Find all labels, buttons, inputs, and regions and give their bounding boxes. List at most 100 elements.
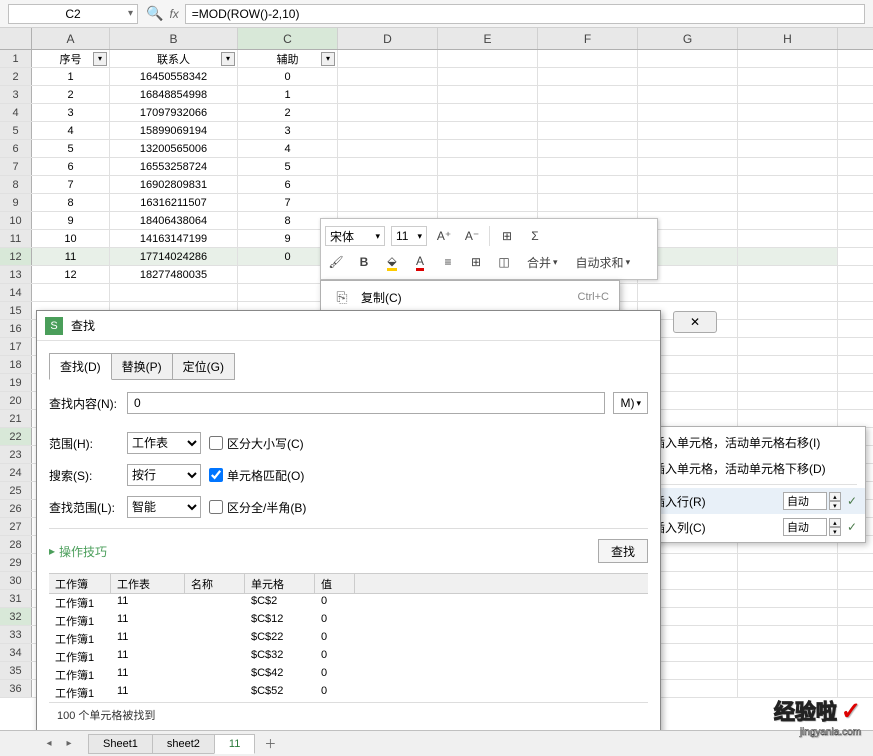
cell[interactable]: [738, 626, 838, 643]
merge-cells-icon[interactable]: ⊞: [496, 225, 518, 247]
col-header-G[interactable]: G: [638, 28, 738, 49]
cell[interactable]: [638, 140, 738, 157]
row-count-input[interactable]: [783, 492, 827, 510]
cell[interactable]: 18406438064: [110, 212, 238, 229]
cell[interactable]: [738, 266, 838, 283]
cell[interactable]: 0: [238, 68, 338, 85]
row-header[interactable]: 15: [0, 302, 32, 319]
sheet-tab[interactable]: sheet2: [152, 734, 215, 754]
cell[interactable]: [638, 158, 738, 175]
cell[interactable]: [338, 140, 438, 157]
add-sheet-button[interactable]: ＋: [258, 734, 282, 754]
cell[interactable]: 8: [32, 194, 110, 211]
search-icon[interactable]: 🔍: [146, 5, 163, 22]
row-header[interactable]: 4: [0, 104, 32, 121]
col-header-H[interactable]: H: [738, 28, 838, 49]
cell[interactable]: [738, 248, 838, 265]
bold-icon[interactable]: B: [353, 251, 375, 273]
cell[interactable]: [738, 644, 838, 661]
cell[interactable]: [338, 176, 438, 193]
tab-replace[interactable]: 替换(P): [111, 353, 173, 380]
cell[interactable]: [538, 104, 638, 121]
cell[interactable]: 16848854998: [110, 86, 238, 103]
filter-dropdown-icon[interactable]: ▾: [93, 52, 107, 66]
row-header[interactable]: 35: [0, 662, 32, 679]
cell[interactable]: 序号▾: [32, 50, 110, 67]
cell[interactable]: [438, 86, 538, 103]
increase-font-icon[interactable]: A⁺: [433, 225, 455, 247]
cell[interactable]: [638, 122, 738, 139]
result-row[interactable]: 工作簿111$C$220: [49, 630, 648, 648]
cell[interactable]: 16450558342: [110, 68, 238, 85]
cell[interactable]: [338, 194, 438, 211]
case-checkbox[interactable]: 区分大小写(C): [209, 435, 304, 452]
match-checkbox[interactable]: 单元格匹配(O): [209, 467, 304, 484]
row-header[interactable]: 12: [0, 248, 32, 265]
cell[interactable]: 联系人▾: [110, 50, 238, 67]
cell[interactable]: [338, 158, 438, 175]
row-header[interactable]: 9: [0, 194, 32, 211]
col-name[interactable]: 名称: [185, 574, 245, 593]
cell[interactable]: [738, 194, 838, 211]
sheet-tab[interactable]: Sheet1: [88, 734, 153, 754]
row-header[interactable]: 33: [0, 626, 32, 643]
nav-first-icon[interactable]: ◂: [40, 735, 58, 753]
cell[interactable]: [738, 284, 838, 301]
cell[interactable]: [738, 338, 838, 355]
cell[interactable]: 2: [238, 104, 338, 121]
font-family-select[interactable]: 宋体▾: [325, 226, 385, 246]
cell[interactable]: 6: [32, 158, 110, 175]
borders-icon[interactable]: ⊞: [465, 251, 487, 273]
autosum-button[interactable]: 自动求和▾: [570, 251, 637, 273]
filter-dropdown-icon[interactable]: ▾: [321, 52, 335, 66]
result-row[interactable]: 工作簿111$C$120: [49, 612, 648, 630]
format-painter-icon[interactable]: 🖌: [325, 251, 347, 273]
col-header-C[interactable]: C: [238, 28, 338, 49]
find-button[interactable]: 查找: [598, 539, 648, 563]
merge-button[interactable]: 合并▾: [521, 251, 564, 273]
cell[interactable]: [538, 50, 638, 67]
cell[interactable]: [110, 284, 238, 301]
col-header-F[interactable]: F: [538, 28, 638, 49]
row-header[interactable]: 21: [0, 410, 32, 427]
col-header-B[interactable]: B: [110, 28, 238, 49]
cell[interactable]: [438, 122, 538, 139]
cell[interactable]: 18277480035: [110, 266, 238, 283]
row-header[interactable]: 18: [0, 356, 32, 373]
cell[interactable]: 16902809831: [110, 176, 238, 193]
row-header[interactable]: 25: [0, 482, 32, 499]
fullhalf-checkbox[interactable]: 区分全/半角(B): [209, 499, 306, 516]
nav-prev-icon[interactable]: ▸: [60, 735, 78, 753]
cell[interactable]: [338, 50, 438, 67]
col-header-E[interactable]: E: [438, 28, 538, 49]
row-header[interactable]: 13: [0, 266, 32, 283]
cell[interactable]: 10: [32, 230, 110, 247]
row-header[interactable]: 32: [0, 608, 32, 625]
cell[interactable]: 2: [32, 86, 110, 103]
check-icon[interactable]: ✓: [847, 520, 857, 534]
ctx-copy[interactable]: ⎘ 复制(C) Ctrl+C: [321, 283, 619, 311]
cell[interactable]: 16316211507: [110, 194, 238, 211]
formula-input[interactable]: =MOD(ROW()-2,10): [185, 4, 865, 24]
cell[interactable]: [738, 392, 838, 409]
row-header[interactable]: 6: [0, 140, 32, 157]
cell[interactable]: [438, 140, 538, 157]
cell[interactable]: [738, 158, 838, 175]
cell[interactable]: 11: [32, 248, 110, 265]
cell[interactable]: [638, 176, 738, 193]
row-header[interactable]: 20: [0, 392, 32, 409]
cell[interactable]: [738, 356, 838, 373]
filter-dropdown-icon[interactable]: ▾: [221, 52, 235, 66]
cell[interactable]: 3: [238, 122, 338, 139]
cell[interactable]: 4: [238, 140, 338, 157]
search-select[interactable]: 按行: [127, 464, 201, 486]
chevron-down-icon[interactable]: ▾: [128, 8, 133, 19]
font-color-icon[interactable]: A: [409, 251, 431, 273]
tab-find[interactable]: 查找(D): [49, 353, 112, 380]
row-header[interactable]: 28: [0, 536, 32, 553]
cell[interactable]: 13200565006: [110, 140, 238, 157]
cell[interactable]: 3: [32, 104, 110, 121]
row-header[interactable]: 36: [0, 680, 32, 697]
cell[interactable]: 辅助▾: [238, 50, 338, 67]
cell[interactable]: 5: [238, 158, 338, 175]
